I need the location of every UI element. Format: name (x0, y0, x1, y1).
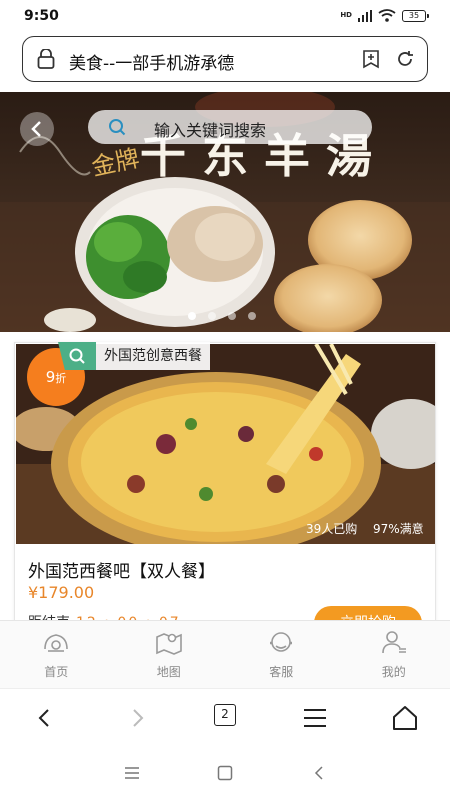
carousel-dots (188, 312, 256, 320)
map-icon (155, 633, 182, 655)
carousel-dot[interactable] (208, 312, 216, 320)
status-bar: 9:50 HD 35 (0, 0, 450, 32)
back-button[interactable] (20, 112, 54, 146)
carousel-dot[interactable] (188, 312, 196, 320)
search-placeholder: 输入关键词搜索 (154, 121, 267, 140)
customer-service-icon (270, 632, 292, 652)
nav-item-home[interactable]: 首页 (0, 621, 113, 689)
hero-banner[interactable]: 金牌 千 东 羊 湯 输入关键词搜索 (0, 92, 450, 332)
lock-icon (37, 49, 55, 69)
app-bottom-nav: 首页 地图 客服 我的 (0, 620, 450, 688)
add-bookmark-icon[interactable] (361, 49, 381, 69)
status-time: 9:50 (24, 8, 59, 24)
signal-icon (358, 9, 372, 22)
product-price: ¥179.00 (28, 583, 95, 602)
status-icons: HD 35 (340, 9, 429, 22)
system-back-icon[interactable] (312, 765, 326, 781)
home-icon[interactable] (390, 703, 420, 733)
search-icon (69, 348, 85, 364)
nav-label: 客服 (269, 665, 294, 679)
nav-item-service[interactable]: 客服 (225, 621, 338, 689)
sold-count: 39人已购 (306, 522, 358, 536)
address-bar[interactable]: 美食--一部手机游承德 (22, 36, 428, 82)
nav-label: 首页 (44, 665, 69, 679)
nav-item-mine[interactable]: 我的 (338, 621, 450, 689)
store-tag-label: 外国范创意西餐 (96, 342, 210, 370)
system-nav-bar (0, 746, 450, 800)
system-home-icon[interactable] (217, 765, 233, 781)
store-tag[interactable]: 外国范创意西餐 (58, 342, 210, 370)
home-icon (44, 634, 68, 652)
tabs-button[interactable]: 2 (214, 704, 236, 726)
satisfaction-rate: 97%满意 (373, 522, 424, 536)
battery-icon: 35 (402, 9, 429, 22)
nav-item-map[interactable]: 地图 (113, 621, 226, 689)
nav-label: 地图 (156, 665, 181, 679)
user-icon (381, 631, 406, 654)
carousel-dot[interactable] (228, 312, 236, 320)
refresh-icon[interactable] (395, 49, 415, 69)
nav-label: 我的 (381, 665, 406, 679)
chevron-left-icon (31, 121, 41, 137)
search-icon (109, 119, 126, 136)
menu-icon[interactable] (300, 703, 330, 733)
discount-unit: 折 (55, 372, 67, 385)
tag-icon-box (58, 342, 96, 370)
forward-arrow-icon[interactable] (122, 703, 152, 733)
discount-value: 9 (45, 368, 56, 386)
network-label: HD (340, 11, 352, 19)
carousel-dot[interactable] (248, 312, 256, 320)
page-title[interactable]: 美食--一部手机游承德 (69, 49, 234, 74)
search-input[interactable]: 输入关键词搜索 (88, 110, 372, 144)
back-arrow-icon[interactable] (30, 703, 60, 733)
recent-apps-icon[interactable] (124, 766, 140, 780)
product-name[interactable]: 外国范西餐吧【双人餐】 (28, 557, 215, 582)
wifi-icon (378, 9, 396, 22)
